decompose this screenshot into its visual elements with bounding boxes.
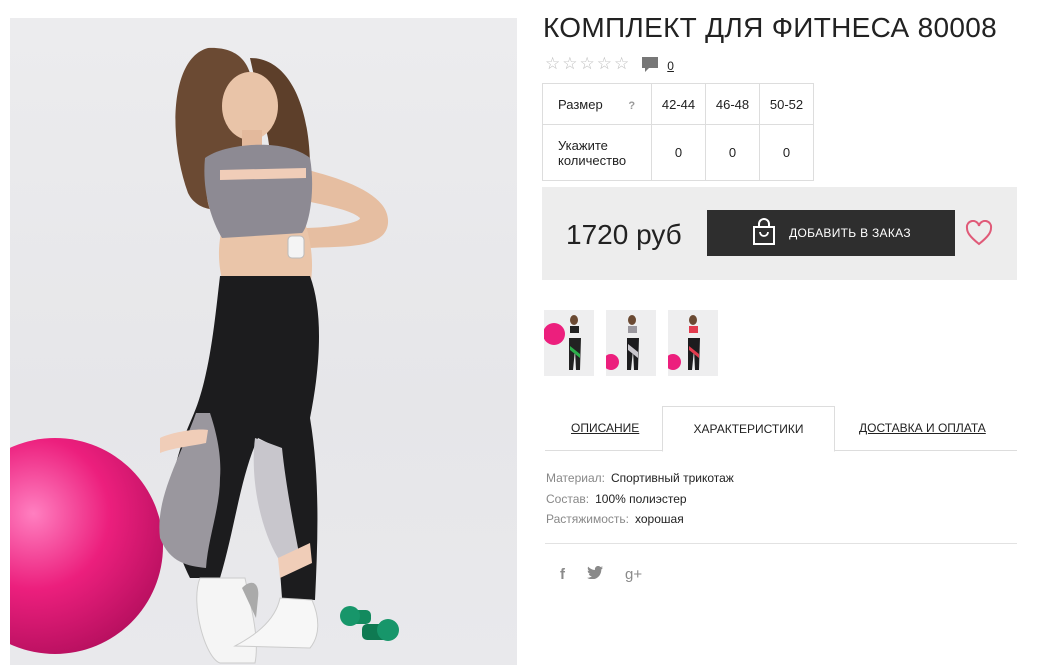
size-table: Размер ? 42-44 46-48 50-52 Укажите колич… [542, 83, 814, 181]
thumbnail-red-set[interactable] [668, 310, 718, 376]
price: 1720 руб [566, 219, 682, 250]
rating-stars[interactable]: ☆ ☆ ☆ ☆ ☆ [545, 55, 629, 73]
facebook-icon[interactable]: f [560, 566, 565, 583]
social-share: f g+ [560, 566, 642, 583]
shopping-bag-icon [751, 217, 777, 249]
star-icon[interactable]: ☆ [545, 55, 560, 73]
spec-label: Состав: [546, 491, 590, 506]
spec-value: 100% полиэстер [595, 491, 687, 506]
spec-row: Материал: Спортивный трикотаж [546, 468, 734, 489]
main-product-image[interactable] [10, 18, 517, 665]
spec-label: Материал: [546, 471, 605, 485]
spec-value: Спортивный трикотаж [610, 471, 734, 485]
heart-icon[interactable] [965, 219, 993, 251]
tab-characteristics[interactable]: ХАРАКТЕРИСТИКИ [662, 406, 835, 452]
comment-count[interactable]: 0 [667, 59, 674, 73]
add-to-order-button[interactable]: ДОБАВИТЬ В ЗАКАЗ [707, 210, 955, 256]
product-title: КОМПЛЕКТ ДЛЯ ФИТНЕСА 80008 [543, 12, 997, 43]
comments-link[interactable]: 0 [641, 55, 674, 73]
price-box: 1720 руб ДОБАВИТЬ В ЗАКАЗ [542, 187, 1017, 280]
quantity-input[interactable]: 0 [705, 124, 760, 181]
spec-label: Растяжимость: [546, 512, 630, 526]
spec-row: Состав: 100% полиэстер [546, 489, 734, 510]
spec-value: хорошая [635, 512, 684, 526]
fitness-ball [10, 438, 163, 654]
twitter-icon[interactable] [587, 566, 603, 583]
spec-row: Растяжимость: хорошая [546, 509, 734, 530]
tab-description[interactable]: ОПИСАНИЕ [571, 406, 639, 451]
dumbbells [340, 606, 399, 641]
thumbnail-grey-set[interactable] [606, 310, 656, 376]
rating-row: ☆ ☆ ☆ ☆ ☆ 0 [545, 55, 674, 74]
comment-icon [641, 56, 659, 72]
add-to-order-label: ДОБАВИТЬ В ЗАКАЗ [789, 226, 911, 240]
size-option: 46-48 [705, 83, 760, 125]
quantity-input[interactable]: 0 [759, 124, 814, 181]
quantity-label: Укажите количество [542, 124, 652, 181]
google-plus-icon[interactable]: g+ [625, 566, 642, 583]
divider [545, 543, 1017, 544]
characteristics-list: Материал: Спортивный трикотаж Состав: 100%… [546, 468, 734, 530]
size-label-cell: Размер ? [542, 83, 652, 125]
size-help-icon[interactable]: ? [628, 100, 635, 112]
product-tabs: ОПИСАНИЕ ХАРАКТЕРИСТИКИ ДОСТАВКА И ОПЛАТ… [545, 406, 1017, 452]
star-icon[interactable]: ☆ [597, 55, 612, 73]
star-icon[interactable]: ☆ [562, 55, 577, 73]
tab-delivery-payment[interactable]: ДОСТАВКА И ОПЛАТА [859, 406, 986, 451]
star-icon[interactable]: ☆ [580, 55, 595, 73]
size-option: 50-52 [759, 83, 814, 125]
quantity-input[interactable]: 0 [651, 124, 706, 181]
size-label: Размер [558, 96, 603, 112]
thumbnail-green-set[interactable] [544, 310, 594, 376]
thumbnail-gallery [544, 310, 718, 376]
star-icon[interactable]: ☆ [614, 55, 629, 73]
size-option: 42-44 [651, 83, 706, 125]
